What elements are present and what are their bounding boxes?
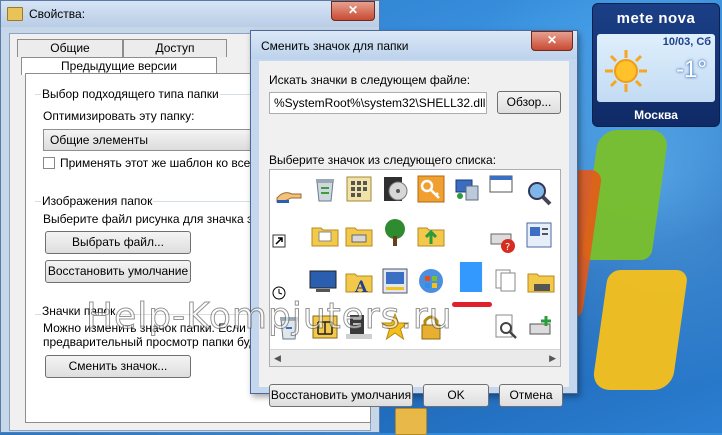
icon-list-scrollbar[interactable]: ◀ ▶ bbox=[270, 349, 560, 366]
cancel-button[interactable]: Отмена bbox=[499, 384, 563, 407]
dialog-titlebar[interactable]: Сменить значок для папки ✕ bbox=[251, 31, 577, 59]
browse-button[interactable]: Обзор... bbox=[497, 91, 561, 114]
windows-help-icon[interactable] bbox=[416, 266, 446, 296]
svg-text:A: A bbox=[354, 277, 368, 296]
network-computer-icon[interactable] bbox=[452, 174, 482, 204]
folder-documents-icon[interactable] bbox=[310, 220, 340, 250]
folder-icons-description-line2: предварительный просмотр папки будет bbox=[43, 335, 269, 349]
tab-access[interactable]: Доступ bbox=[123, 39, 227, 57]
folder-printer-icon[interactable] bbox=[344, 220, 374, 250]
dialog-close-button[interactable]: ✕ bbox=[531, 31, 573, 51]
selection-underline bbox=[452, 302, 492, 307]
dialog-title: Сменить значок для папки bbox=[261, 39, 409, 53]
change-icon-dialog: Сменить значок для папки ✕ Искать значки… bbox=[250, 30, 578, 407]
folder-type-select[interactable]: Общие элементы bbox=[43, 129, 265, 151]
icon-list[interactable]: ? A ◀ ▶ bbox=[269, 169, 561, 367]
weather-temperature: -1° bbox=[676, 56, 707, 83]
file-path-input[interactable]: %SystemRoot%\system32\SHELL32.dll bbox=[269, 92, 487, 114]
hand-sharing-icon[interactable] bbox=[274, 180, 304, 210]
restore-default-button[interactable]: Восстановить умолчание bbox=[45, 260, 191, 283]
monitor-icon[interactable] bbox=[308, 266, 338, 296]
tree-icon[interactable] bbox=[380, 218, 410, 248]
weather-logo: mete nova bbox=[616, 10, 696, 27]
sun-icon bbox=[605, 50, 647, 92]
key-icon[interactable] bbox=[416, 174, 446, 204]
recycle-bin-full-icon[interactable] bbox=[310, 174, 340, 204]
group-title-folder-type: Выбор подходящего типа папки bbox=[41, 87, 220, 101]
weather-date: 10/03, Сб bbox=[662, 36, 711, 48]
disconnected-printer-icon[interactable]: ? bbox=[488, 226, 518, 256]
printer-add-icon[interactable] bbox=[526, 312, 556, 342]
search-label: Искать значки в следующем файле: bbox=[269, 73, 471, 87]
apply-template-label: Применять этот же шаблон ко всем п bbox=[60, 156, 269, 170]
magnifier-globe-icon[interactable] bbox=[524, 178, 554, 208]
properties-title: Свойства: bbox=[29, 7, 86, 21]
scroll-left-arrow-icon[interactable]: ◀ bbox=[274, 353, 281, 364]
svg-text:?: ? bbox=[505, 242, 510, 253]
window-icon[interactable] bbox=[486, 170, 516, 200]
system-properties-icon[interactable] bbox=[524, 220, 554, 250]
folder-pictures-description: Выберите файл рисунка для значка этой bbox=[43, 212, 272, 226]
change-icon-button[interactable]: Сменить значок... bbox=[45, 355, 191, 378]
folder-icon bbox=[7, 7, 23, 21]
ok-button[interactable]: OK bbox=[423, 384, 489, 407]
select-icon-label: Выберите значок из следующего списка: bbox=[269, 153, 497, 167]
properties-titlebar[interactable]: Свойства: ✕ bbox=[1, 1, 379, 27]
scroll-right-arrow-icon[interactable]: ▶ bbox=[549, 353, 556, 364]
network-display-icon[interactable] bbox=[380, 266, 410, 296]
optimize-label: Оптимизировать эту папку: bbox=[43, 109, 195, 123]
documents-icon[interactable] bbox=[492, 266, 522, 296]
printer-folder-icon[interactable] bbox=[526, 266, 556, 296]
media-disc-icon[interactable] bbox=[380, 174, 410, 204]
tab-general[interactable]: Общие bbox=[17, 39, 123, 57]
properties-close-button[interactable]: ✕ bbox=[331, 1, 375, 21]
folder-up-icon[interactable] bbox=[416, 220, 446, 250]
group-title-folder-pictures: Изображения папок bbox=[41, 194, 154, 208]
control-panel-icon[interactable] bbox=[344, 174, 374, 204]
dialog-body: Искать значки в следующем файле: %System… bbox=[259, 61, 569, 407]
desktop-folder-icon[interactable] bbox=[395, 408, 427, 435]
selected-icon[interactable] bbox=[454, 254, 488, 300]
windows-logo-yellow-pane bbox=[591, 270, 689, 390]
shortcut-arrow-icon[interactable] bbox=[272, 234, 286, 248]
weather-gadget[interactable]: mete nova 10/03, Сб -1° Москва bbox=[592, 3, 720, 127]
fonts-folder-icon[interactable]: A bbox=[344, 266, 374, 296]
restore-defaults-button[interactable]: Восстановить умолчания bbox=[269, 384, 413, 407]
choose-file-button[interactable]: Выбрать файл... bbox=[45, 231, 191, 254]
weather-city: Москва bbox=[634, 108, 678, 122]
apply-template-checkbox[interactable] bbox=[43, 157, 55, 169]
search-document-icon[interactable] bbox=[492, 312, 522, 342]
watermark-text: Help-Kompjuters.ru bbox=[86, 296, 453, 338]
